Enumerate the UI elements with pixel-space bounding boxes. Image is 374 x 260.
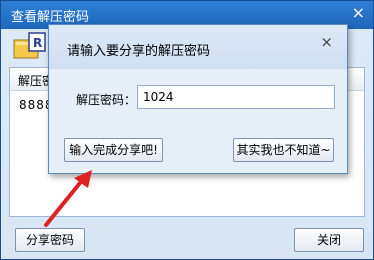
password-field-label: 解压密码： (76, 93, 137, 107)
red-arrow-annotation (44, 170, 92, 227)
window-close-icon[interactable]: × (352, 4, 365, 22)
password-input[interactable]: 1024 (137, 85, 335, 109)
dialog-title: 请输入要分享的解压密码 (67, 44, 211, 59)
share-password-button[interactable]: 分享密码 (15, 228, 85, 252)
rar-archive-icon: R (13, 32, 46, 59)
share-dialog: 请输入要分享的解压密码 × 解压密码： 1024 输入完成分享吧! 其实我也不知… (48, 24, 348, 174)
dont-know-button[interactable]: 其实我也不知道~ (233, 138, 334, 162)
svg-text:R: R (33, 36, 42, 50)
confirm-share-button[interactable]: 输入完成分享吧! (64, 138, 163, 162)
dialog-header: 请输入要分享的解压密码 × (49, 25, 347, 69)
window-title: 查看解压密码 (11, 10, 90, 25)
dialog-close-icon[interactable]: × (320, 33, 333, 51)
close-button[interactable]: 关闭 (294, 228, 364, 252)
